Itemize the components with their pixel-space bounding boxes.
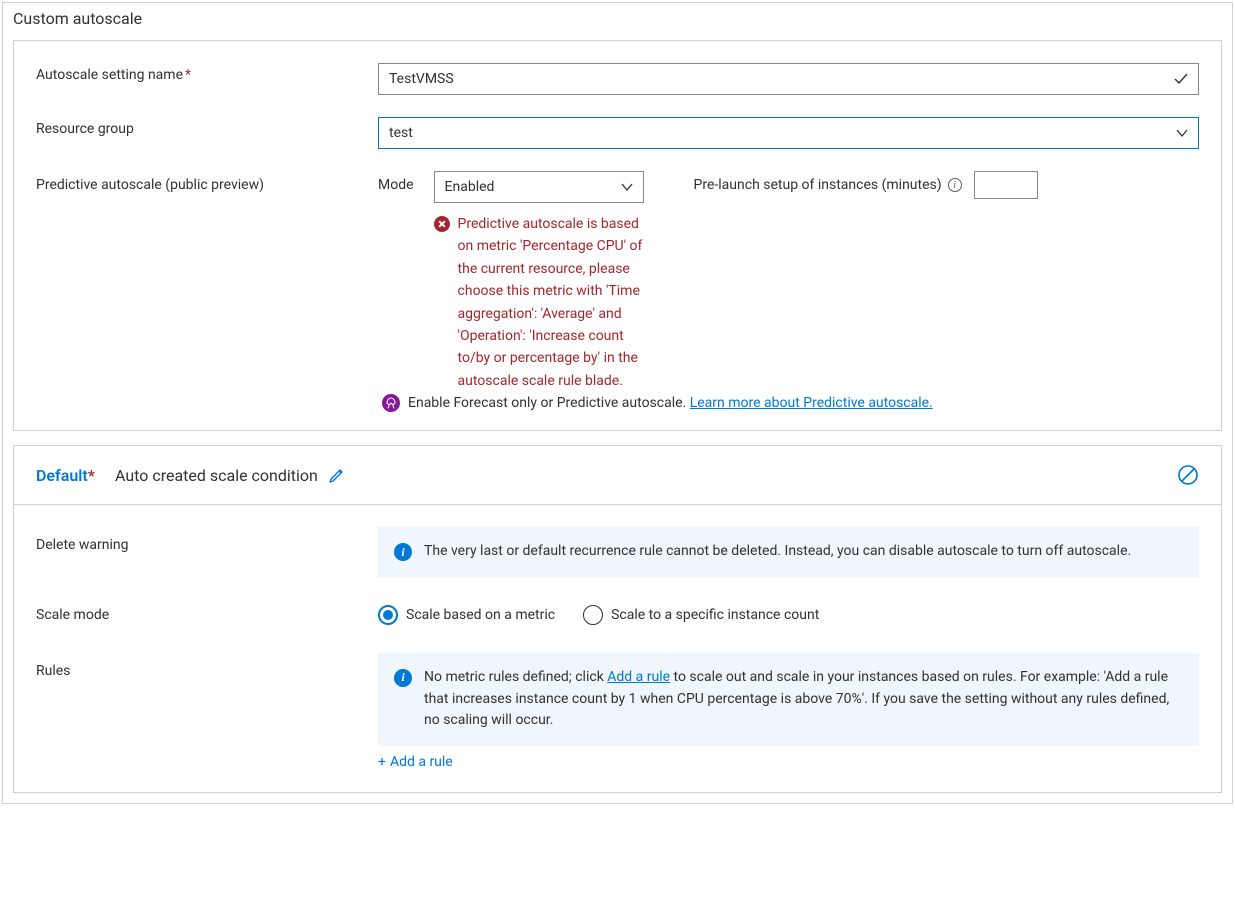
mode-error-message: Predictive autoscale is based on metric … [434, 213, 644, 392]
rules-info-banner: i No metric rules defined; click Add a r… [378, 653, 1199, 746]
info-icon: i [394, 543, 412, 561]
info-icon: i [394, 669, 412, 687]
condition-subtitle: Auto created scale condition [115, 466, 318, 485]
forecast-link[interactable]: Learn more about Predictive autoscale. [690, 395, 933, 411]
prelaunch-group: Pre-launch setup of instances (minutes) … [694, 171, 1038, 199]
condition-title-text: Default [36, 466, 88, 485]
row-scale-mode: Scale mode Scale based on a metric Scale… [36, 605, 1199, 625]
label-autoscale-name-text: Autoscale setting name [36, 67, 183, 83]
row-predictive: Predictive autoscale (public preview) Mo… [36, 171, 1199, 392]
add-rule-link-label: Add a rule [390, 754, 453, 770]
label-resource-group: Resource group [36, 117, 378, 137]
prelaunch-input[interactable] [974, 171, 1038, 199]
radio-scale-count-label: Scale to a specific instance count [611, 607, 819, 623]
radio-scale-count[interactable]: Scale to a specific instance count [583, 605, 819, 625]
rocket-icon [382, 394, 400, 412]
predictive-controls: Mode Predictive autoscale is based on me… [378, 171, 1199, 392]
add-rule-inline-link[interactable]: Add a rule [607, 669, 670, 685]
condition-header: Default* Auto created scale condition [14, 446, 1221, 505]
radio-scale-metric[interactable]: Scale based on a metric [378, 605, 555, 625]
autoscale-name-input-wrap [378, 63, 1199, 95]
label-rules: Rules [36, 653, 378, 679]
delete-condition-icon[interactable] [1177, 464, 1199, 486]
mode-error-text: Predictive autoscale is based on metric … [458, 213, 644, 392]
panel-title: Custom autoscale [3, 3, 1232, 40]
mode-select-wrap[interactable] [434, 171, 644, 203]
row-rules: Rules i No metric rules defined; click A… [36, 653, 1199, 770]
delete-warning-text: The very last or default recurrence rule… [424, 541, 1131, 563]
settings-section: Autoscale setting name* Resource group [13, 40, 1222, 431]
radio-scale-metric-label: Scale based on a metric [406, 607, 555, 623]
radio-icon [583, 605, 603, 625]
delete-warning-banner: i The very last or default recurrence ru… [378, 527, 1199, 577]
rules-text-before: No metric rules defined; click [424, 669, 607, 685]
mode-select[interactable] [434, 171, 644, 203]
condition-body: Delete warning i The very last or defaul… [14, 505, 1221, 792]
resource-group-select-wrap[interactable] [378, 117, 1199, 149]
radio-icon [378, 605, 398, 625]
info-icon[interactable]: i [948, 178, 962, 192]
row-resource-group: Resource group [36, 117, 1199, 149]
custom-autoscale-panel: Custom autoscale Autoscale setting name*… [2, 2, 1233, 804]
row-delete-warning: Delete warning i The very last or defaul… [36, 527, 1199, 577]
label-autoscale-name: Autoscale setting name* [36, 63, 378, 83]
forecast-hint: Enable Forecast only or Predictive autos… [36, 394, 1199, 412]
rules-info-text: No metric rules defined; click Add a rul… [424, 667, 1183, 732]
forecast-text: Enable Forecast only or Predictive autos… [408, 395, 690, 411]
plus-icon: + [378, 754, 386, 770]
scale-mode-radio-group: Scale based on a metric Scale to a speci… [378, 605, 1199, 625]
label-mode: Mode [378, 171, 414, 193]
row-autoscale-name: Autoscale setting name* [36, 63, 1199, 95]
pencil-icon[interactable] [328, 466, 346, 484]
required-star: * [88, 466, 95, 485]
label-prelaunch: Pre-launch setup of instances (minutes) [694, 177, 942, 193]
condition-title: Default* [36, 466, 95, 485]
label-predictive: Predictive autoscale (public preview) [36, 171, 378, 193]
autoscale-name-input[interactable] [378, 63, 1199, 95]
resource-group-select[interactable] [378, 117, 1199, 149]
scale-condition: Default* Auto created scale condition De… [13, 445, 1222, 793]
label-delete-warning: Delete warning [36, 527, 378, 553]
add-rule-link[interactable]: + Add a rule [378, 754, 453, 770]
required-star: * [185, 67, 191, 83]
label-scale-mode: Scale mode [36, 607, 378, 623]
error-icon [434, 216, 450, 232]
